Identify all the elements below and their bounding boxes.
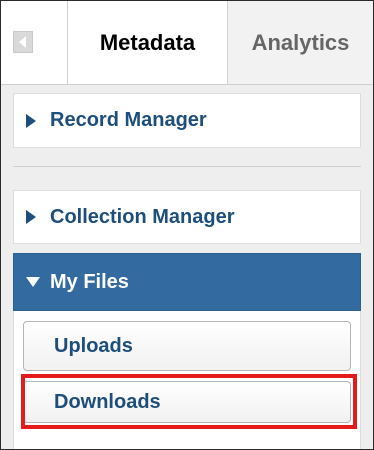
collapse-left-icon [13, 31, 33, 53]
caret-right-icon [26, 210, 40, 224]
collapse-panel-button[interactable] [1, 1, 68, 84]
section-record-manager[interactable]: Record Manager [13, 93, 361, 148]
section-my-files[interactable]: My Files [13, 253, 361, 311]
section-label: Record Manager [50, 109, 207, 131]
uploads-button[interactable]: Uploads [23, 321, 351, 371]
side-panel: Metadata Analytics Record Manager Collec… [0, 0, 374, 450]
caret-right-icon [26, 113, 40, 128]
downloads-button[interactable]: Downloads [23, 381, 351, 423]
section-label: Collection Manager [50, 205, 235, 228]
tab-metadata[interactable]: Metadata [68, 1, 227, 84]
divider [13, 166, 361, 167]
section-collection-manager[interactable]: Collection Manager [13, 190, 361, 244]
section-label: My Files [50, 270, 129, 293]
caret-down-icon [26, 277, 40, 287]
tab-analytics[interactable]: Analytics [227, 1, 373, 84]
tab-bar: Metadata Analytics [1, 1, 373, 85]
